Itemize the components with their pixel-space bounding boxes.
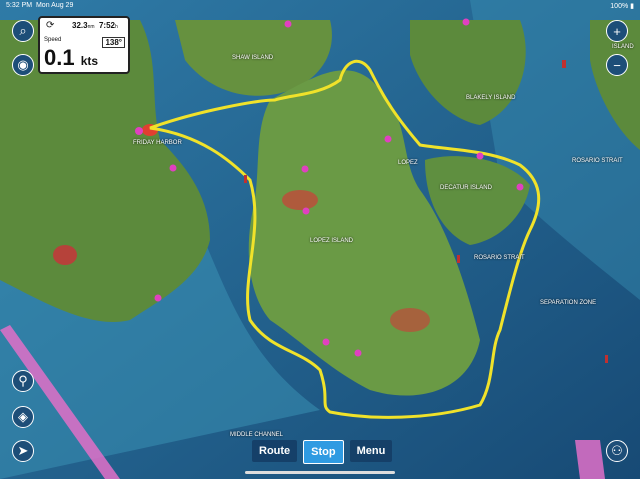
camera-icon: ◉ <box>17 57 29 72</box>
speed-label: Speed <box>44 37 62 43</box>
instrument-panel[interactable]: ⟳ 32.3nm 7:52h Speed 0.1 kts 138° <box>38 16 130 74</box>
minus-icon: − <box>613 57 621 73</box>
home-indicator[interactable] <box>245 471 395 474</box>
search-icon: ⌕ <box>19 23 27 38</box>
map-label: LOPEZ ISLAND <box>310 238 354 244</box>
status-date: Mon Aug 29 <box>35 2 74 9</box>
status-bar: 5:32 PM Mon Aug 29 100% ▮ <box>0 0 640 12</box>
locate-button[interactable]: ➤ <box>12 440 34 462</box>
eta-unit: h <box>115 24 118 30</box>
eta-value: 7:52 <box>98 21 115 30</box>
map-label: LOPEZ <box>398 160 418 166</box>
distance-value: 32.3 <box>72 21 88 30</box>
layers-button[interactable]: ◈ <box>12 406 34 428</box>
zoom-out-button[interactable]: − <box>606 54 628 76</box>
distance-unit: nm <box>87 24 95 30</box>
stop-button[interactable]: Stop <box>303 440 344 464</box>
map-label: ROSARIO STRAIT <box>474 255 525 261</box>
map-label: FRIDAY HARBOR <box>133 140 182 146</box>
status-time: 5:32 PM <box>6 2 33 9</box>
person-icon: ⚇ <box>611 443 623 458</box>
menu-button[interactable]: Menu <box>349 440 393 462</box>
battery-icon: ▮ <box>630 3 634 10</box>
plus-icon: + <box>613 23 621 39</box>
location-arrow-icon: ➤ <box>17 443 29 458</box>
layers-icon: ◈ <box>18 409 28 424</box>
pin-icon: ⚲ <box>18 373 28 388</box>
map-label: SEPARATION ZONE <box>540 300 597 306</box>
speed-value: 0.1 <box>44 45 75 70</box>
navigation-icon: ⟳ <box>46 20 55 31</box>
route-button[interactable]: Route <box>252 440 298 462</box>
course-value: 138° <box>102 37 125 48</box>
route-controls: Route Stop Menu <box>252 440 393 464</box>
map-label: SHAW ISLAND <box>232 55 274 61</box>
map-label: MIDDLE CHANNEL <box>230 432 284 438</box>
speed-unit: kts <box>80 54 99 68</box>
pin-button[interactable]: ⚲ <box>12 370 34 392</box>
map-label: BLAKELY ISLAND <box>466 95 516 101</box>
search-button[interactable]: ⌕ <box>12 20 34 42</box>
profile-button[interactable]: ⚇ <box>606 440 628 462</box>
zoom-in-button[interactable]: + <box>606 20 628 42</box>
camera-button[interactable]: ◉ <box>12 54 34 76</box>
map-label: DECATUR ISLAND <box>440 185 492 191</box>
battery-percent: 100% <box>610 3 629 10</box>
map-label: ROSARIO STRAIT <box>572 158 623 164</box>
map-label: ISLAND <box>612 44 634 50</box>
